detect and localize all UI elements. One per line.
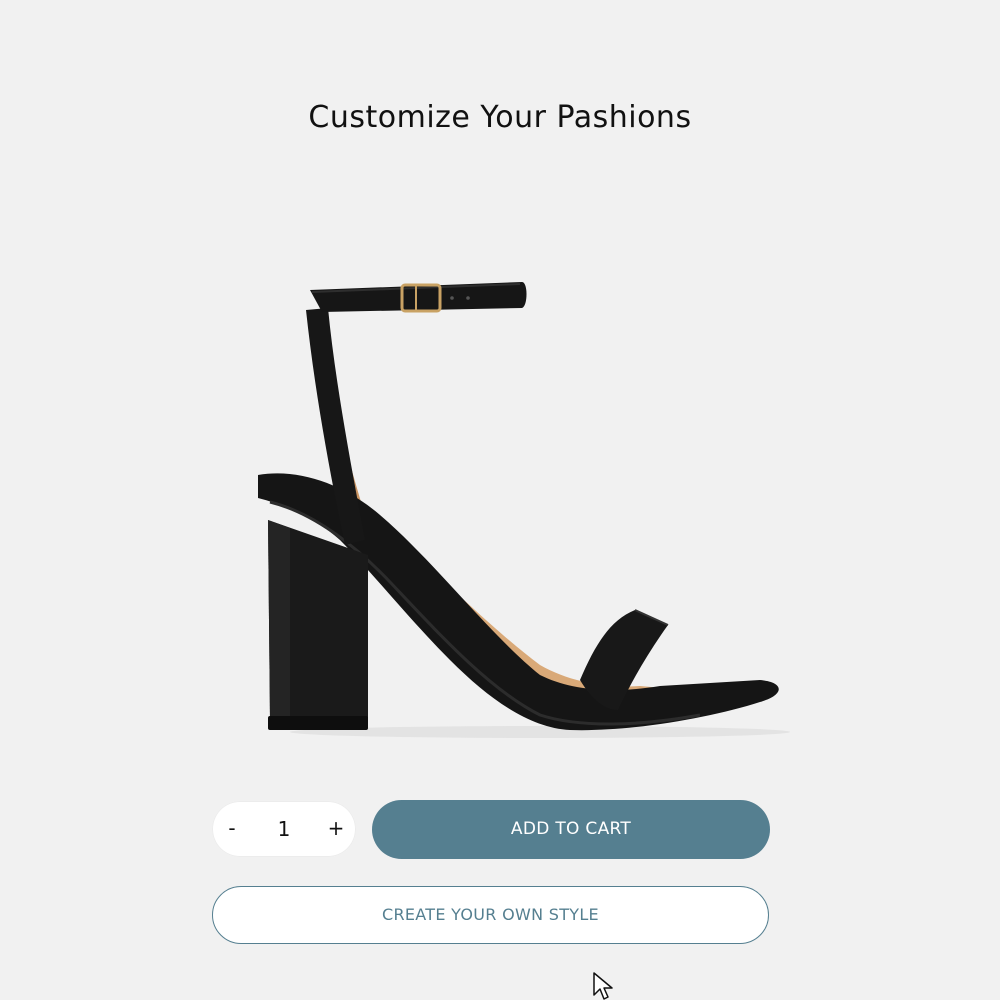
quantity-stepper[interactable]: - 1 +: [212, 801, 356, 857]
page-title: Customize Your Pashions: [308, 100, 692, 135]
quantity-decrement-button[interactable]: -: [212, 801, 252, 857]
create-your-own-style-button[interactable]: CREATE YOUR OWN STYLE: [212, 886, 769, 944]
sandal-image: [258, 282, 790, 738]
product-page: Customize Your Pashions - 1 + ADD TO CAR…: [0, 0, 1000, 1000]
quantity-increment-button[interactable]: +: [316, 801, 356, 857]
quantity-value[interactable]: 1: [252, 801, 316, 857]
mouse-pointer-icon: [593, 972, 613, 1000]
add-to-cart-button[interactable]: ADD TO CART: [372, 800, 770, 859]
